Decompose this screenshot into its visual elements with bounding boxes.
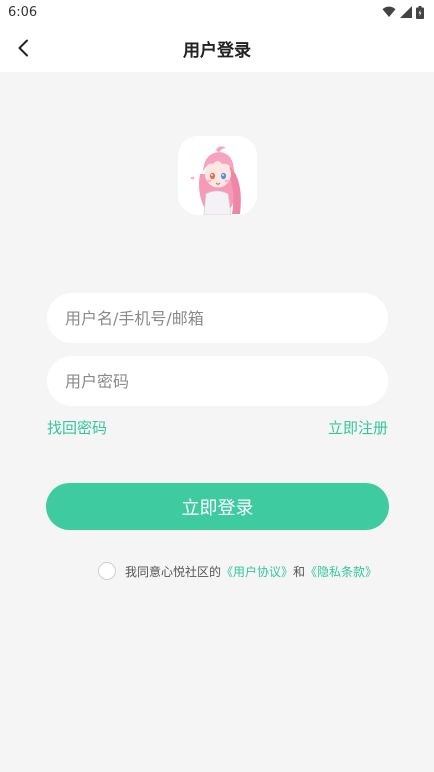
privacy-policy-link[interactable]: 《隐私条款》 <box>305 563 377 580</box>
agreement-conjunction: 和 <box>293 564 306 579</box>
status-bar: 6:06 <box>0 0 434 24</box>
password-input[interactable] <box>47 356 388 406</box>
anime-avatar-logo <box>178 136 257 215</box>
status-icons <box>382 5 424 19</box>
battery-icon <box>416 5 424 19</box>
login-button[interactable]: 立即登录 <box>46 483 389 530</box>
agreement-row: 我同意心悦社区的 《用户协议》 和 《隐私条款》 <box>98 561 377 581</box>
username-input[interactable] <box>47 293 388 343</box>
status-time: 6:06 <box>8 4 38 20</box>
back-button[interactable] <box>10 34 36 62</box>
nav-bar: 用户登录 <box>0 24 434 72</box>
chevron-left-icon <box>18 39 28 57</box>
wifi-icon <box>382 6 396 17</box>
signal-icon <box>400 6 412 18</box>
user-agreement-link[interactable]: 《用户协议》 <box>221 563 293 580</box>
register-link[interactable]: 立即注册 <box>328 417 388 438</box>
app-logo <box>178 136 257 215</box>
page-title: 用户登录 <box>183 40 251 61</box>
forgot-password-link[interactable]: 找回密码 <box>47 417 107 438</box>
agreement-checkbox[interactable] <box>98 562 116 580</box>
agreement-prefix: 我同意心悦社区的 <box>125 564 222 579</box>
